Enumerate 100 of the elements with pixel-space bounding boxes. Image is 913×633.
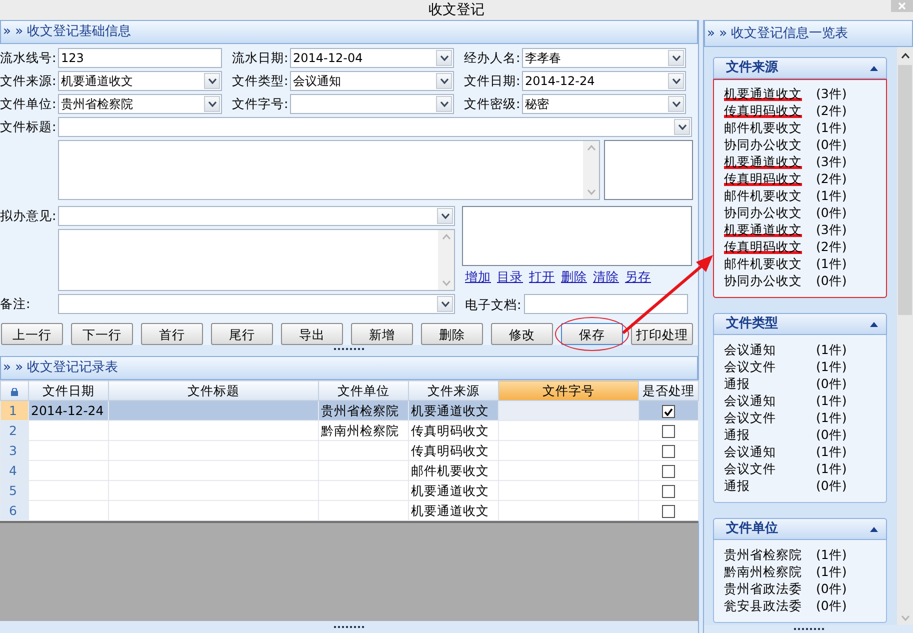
list-item[interactable]: 会议文件	[724, 358, 816, 375]
panel-title: » » 收文登记基础信息	[0, 20, 698, 44]
list-item[interactable]: 邮件机要收文	[724, 119, 816, 136]
link[interactable]: 清除	[593, 269, 619, 291]
text-field[interactable]: 123	[58, 48, 222, 68]
chevron-down-icon	[672, 78, 680, 84]
list-item[interactable]: 机要通道收文	[724, 153, 816, 170]
column-header[interactable]: 文件标题	[108, 380, 318, 400]
list-item[interactable]: 会议文件	[724, 409, 816, 426]
dropdown-field[interactable]: 秘密	[522, 94, 686, 114]
table-cell: 贵州省检察院	[318, 400, 408, 420]
toolbar-button[interactable]: 删除	[421, 323, 483, 345]
list-item[interactable]: 黔南州检察院	[724, 563, 816, 580]
list-item[interactable]: 贵州省政法委	[724, 580, 816, 597]
row-number: 2	[0, 420, 28, 440]
link[interactable]: 删除	[561, 269, 587, 291]
toolbar-button[interactable]: 首行	[141, 323, 203, 345]
table-cell: 机要通道收文	[408, 400, 498, 420]
dropdown-field[interactable]	[58, 206, 455, 226]
checkbox[interactable]	[662, 465, 675, 478]
collapse-toggle[interactable]	[870, 322, 878, 326]
list-item[interactable]: 协同办公收文	[724, 136, 816, 153]
chevron-down-icon	[672, 55, 680, 61]
scrollbar[interactable]	[897, 47, 913, 625]
dropdown-field[interactable]: 李孝春	[522, 48, 686, 68]
list-item[interactable]: 会议通知	[724, 341, 816, 358]
list-item[interactable]: 传真明码收文	[724, 238, 816, 255]
list-item[interactable]: 通报	[724, 375, 816, 392]
item-count: (1件)	[816, 341, 847, 358]
collapse-toggle[interactable]	[870, 526, 878, 532]
link[interactable]: 另存	[625, 269, 651, 291]
item-count: (2件)	[816, 170, 847, 187]
list-item[interactable]: 瓮安县政法委	[724, 597, 816, 614]
chevron-down-icon	[440, 78, 448, 84]
link[interactable]: 目录	[497, 269, 523, 291]
list-item[interactable]: 邮件机要收文	[724, 255, 816, 272]
item-count: (1件)	[816, 358, 847, 375]
row-number: 6	[0, 500, 28, 520]
link[interactable]: 打开	[529, 269, 555, 291]
item-count: (0件)	[816, 477, 847, 494]
link[interactable]: 增加	[465, 269, 491, 291]
field-label: 文件单位:	[0, 95, 58, 113]
toolbar-button[interactable]: 上一行	[1, 323, 63, 345]
toolbar-button[interactable]: 修改	[491, 323, 553, 345]
list-item[interactable]: 通报	[724, 477, 816, 494]
dropdown-field[interactable]	[58, 294, 455, 314]
list-item[interactable]: 邮件机要收文	[724, 187, 816, 204]
list-item[interactable]: 会议通知	[724, 392, 816, 409]
dropdown-field[interactable]	[58, 117, 692, 137]
item-count: (3件)	[816, 221, 847, 238]
list-item[interactable]: 机要通道收文	[724, 85, 816, 102]
checkbox[interactable]	[662, 505, 675, 518]
collapse-toggle[interactable]	[870, 66, 878, 70]
column-header[interactable]: 文件日期	[28, 380, 108, 400]
list-item[interactable]: 传真明码收文	[724, 102, 816, 119]
checkbox[interactable]	[662, 425, 675, 438]
panel-title: » » 收文登记信息一览表	[704, 20, 913, 47]
list-item[interactable]: 会议通知	[724, 443, 816, 460]
dropdown-field[interactable]: 机要通道收文	[58, 71, 222, 91]
column-header[interactable]: 文件字号	[498, 380, 638, 400]
dropdown-field[interactable]	[290, 94, 454, 114]
item-count: (0件)	[816, 204, 847, 221]
column-header[interactable]: 是否处理	[638, 380, 698, 400]
table-cell: 黔南州检察院	[318, 420, 408, 440]
list-item[interactable]: 协同办公收文	[724, 204, 816, 221]
toolbar-button[interactable]: 尾行	[211, 323, 273, 345]
toolbar-button[interactable]: 保存	[561, 323, 623, 345]
checkmark-icon	[664, 408, 673, 416]
dropdown-field[interactable]: 贵州省检察院	[58, 94, 222, 114]
toolbar-button[interactable]: 下一行	[71, 323, 133, 345]
scroll-down-icon	[900, 615, 910, 621]
checkbox[interactable]	[662, 445, 675, 458]
item-count: (1件)	[816, 563, 847, 580]
item-count: (2件)	[816, 102, 847, 119]
chevron-down-icon	[208, 78, 216, 84]
column-header[interactable]: 文件来源	[408, 380, 498, 400]
list-item[interactable]: 机要通道收文	[724, 221, 816, 238]
checkbox[interactable]	[662, 485, 675, 498]
list-item[interactable]: 会议文件	[724, 460, 816, 477]
list-item[interactable]: 通报	[724, 426, 816, 443]
item-count: (0件)	[816, 272, 847, 289]
dropdown-field[interactable]: 会议通知	[290, 71, 454, 91]
text-field[interactable]	[524, 294, 688, 314]
dropdown-field[interactable]: 2014-12-04	[290, 48, 454, 68]
column-header[interactable]: 文件单位	[318, 380, 408, 400]
dropdown-field[interactable]: 2014-12-24	[522, 71, 686, 91]
close-icon	[898, 2, 906, 10]
toolbar-button[interactable]: 导出	[281, 323, 343, 345]
list-item[interactable]: 协同办公收文	[724, 272, 816, 289]
toolbar-button[interactable]: 打印处理	[631, 323, 693, 345]
toolbar-button[interactable]: 新增	[351, 323, 413, 345]
checkbox[interactable]	[662, 405, 675, 418]
list-item[interactable]: 传真明码收文	[724, 170, 816, 187]
list-item[interactable]: 贵州省检察院	[724, 546, 816, 563]
item-count: (3件)	[816, 153, 847, 170]
table-cell: 机要通道收文	[408, 480, 498, 500]
table-cell: 邮件机要收文	[408, 460, 498, 480]
field-label: 拟办意见:	[0, 207, 58, 225]
row-number: 5	[0, 480, 28, 500]
item-count: (0件)	[816, 375, 847, 392]
